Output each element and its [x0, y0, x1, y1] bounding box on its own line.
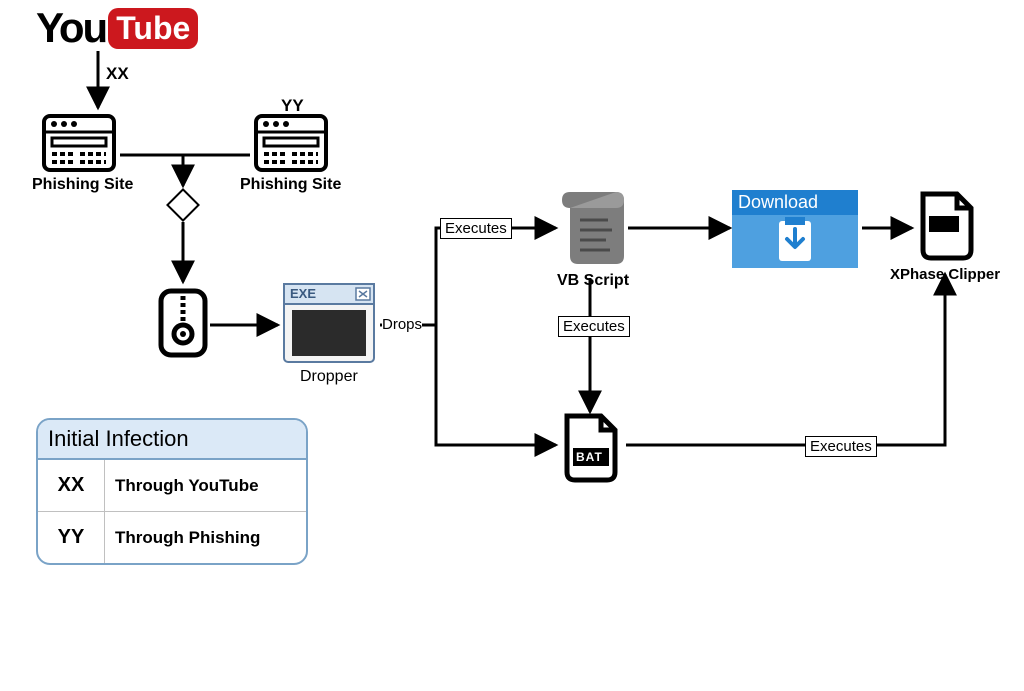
dropper-label: Dropper [300, 368, 358, 386]
legend-title: Initial Infection [38, 420, 306, 460]
edge-label-drops: Drops [382, 316, 422, 333]
legend-key: XX [38, 460, 105, 511]
phishing-site-left [40, 112, 118, 174]
legend-key: YY [38, 512, 105, 563]
edge-label-executes-xphase: Executes [805, 436, 877, 457]
xphase-label: XPhase Clipper [890, 266, 1000, 283]
download-box: Download [732, 190, 858, 268]
legend-value: Through Phishing [105, 514, 306, 562]
browser-window-icon [252, 112, 330, 174]
vbscript-icon [558, 186, 628, 270]
vbscript-label: VB Script [557, 272, 629, 290]
youtube-tube: Tube [108, 8, 198, 49]
exe-badge: EXE [290, 286, 316, 301]
edge-label-xx: XX [106, 64, 129, 84]
phishing-site-right-label: Phishing Site [240, 176, 341, 194]
diagram-canvas: You Tube XX YY Phishing Site [0, 0, 1024, 691]
edge-label-executes-vbs: Executes [440, 218, 512, 239]
arrows-layer [0, 0, 1024, 691]
edge-label-executes-bat: Executes [558, 316, 630, 337]
youtube-logo: You Tube [36, 4, 198, 52]
download-icon [732, 215, 858, 267]
bat-file-icon: BAT [559, 412, 623, 484]
legend-row: XX Through YouTube [38, 460, 306, 511]
dropper-exe-icon: EXE [282, 282, 376, 364]
zip-archive-icon [156, 286, 210, 360]
phishing-site-left-label: Phishing Site [32, 176, 133, 194]
browser-window-icon [40, 112, 118, 174]
phishing-site-right [252, 112, 330, 174]
bat-badge: BAT [576, 450, 603, 464]
legend-row: YY Through Phishing [38, 511, 306, 563]
legend-table: Initial Infection XX Through YouTube YY … [36, 418, 308, 565]
gateway-diamond [165, 187, 201, 223]
legend-value: Through YouTube [105, 462, 306, 510]
download-label: Download [732, 190, 858, 215]
youtube-you: You [36, 4, 106, 52]
xphase-file-icon [915, 190, 979, 262]
